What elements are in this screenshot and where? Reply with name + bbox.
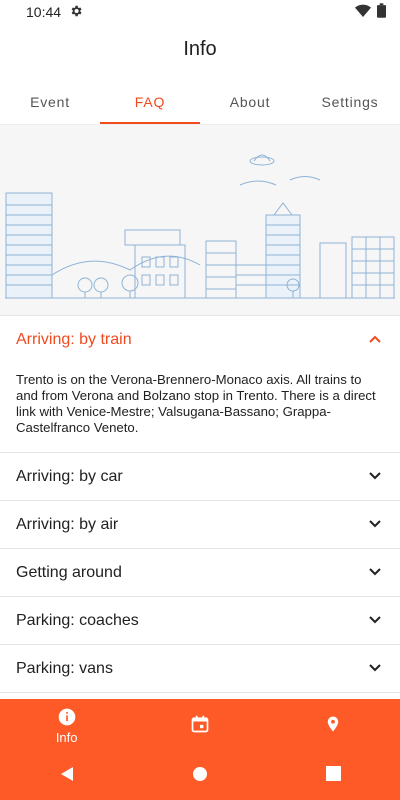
chevron-down-icon[interactable] <box>368 516 382 534</box>
faq-header-arriving-air[interactable]: Arriving: by air <box>0 501 400 548</box>
tab-faq[interactable]: FAQ <box>100 84 200 124</box>
chevron-down-icon[interactable] <box>368 612 382 630</box>
recents-icon[interactable] <box>326 766 342 786</box>
faq-title: Arriving: by car <box>16 467 123 485</box>
calendar-icon <box>190 714 210 737</box>
back-icon[interactable] <box>59 766 75 787</box>
nav-item-calendar[interactable] <box>133 699 266 752</box>
home-icon[interactable] <box>192 766 208 787</box>
chevron-down-icon[interactable] <box>368 564 382 582</box>
faq-item: Parking: coaches <box>0 597 400 645</box>
battery-icon <box>377 3 386 21</box>
faq-item: Arriving: by train Trento is on the Vero… <box>0 316 400 453</box>
system-navigation-bar <box>0 752 400 800</box>
faq-header-parking-vans[interactable]: Parking: vans <box>0 645 400 692</box>
city-skyline-illustration <box>0 125 400 316</box>
faq-header-arriving-car[interactable]: Arriving: by car <box>0 453 400 500</box>
faq-title: Arriving: by train <box>16 330 132 348</box>
faq-title: Getting around <box>16 563 122 581</box>
gear-icon <box>69 4 83 21</box>
tab-event[interactable]: Event <box>0 84 100 124</box>
faq-header-getting-around[interactable]: Getting around <box>0 549 400 596</box>
faq-item: Parking: vans <box>0 645 400 693</box>
faq-list: Arriving: by train Trento is on the Vero… <box>0 316 400 693</box>
faq-title: Parking: vans <box>16 659 113 677</box>
faq-header-arriving-train[interactable]: Arriving: by train <box>0 316 400 363</box>
nav-item-info[interactable]: Info <box>0 699 133 752</box>
tab-bar: Event FAQ About Settings <box>0 84 400 125</box>
faq-answer: Trento is on the Verona-Brennero-Monaco … <box>16 372 376 435</box>
faq-item: Arriving: by car <box>0 453 400 501</box>
chevron-down-icon[interactable] <box>368 468 382 486</box>
nav-item-map[interactable] <box>267 699 400 752</box>
faq-item: Arriving: by air <box>0 501 400 549</box>
status-time: 10:44 <box>26 4 62 20</box>
bottom-navigation: Info <box>0 699 400 752</box>
tab-about[interactable]: About <box>200 84 300 124</box>
info-icon <box>57 707 77 730</box>
faq-header-parking-coaches[interactable]: Parking: coaches <box>0 597 400 644</box>
tab-settings[interactable]: Settings <box>300 84 400 124</box>
wifi-icon <box>355 4 371 21</box>
faq-title: Parking: coaches <box>16 611 139 629</box>
chevron-down-icon[interactable] <box>368 660 382 678</box>
status-bar: 10:44 <box>0 0 400 24</box>
map-pin-icon <box>324 713 342 738</box>
faq-item: Getting around <box>0 549 400 597</box>
chevron-up-icon[interactable] <box>368 331 382 349</box>
page-title: Info <box>183 38 217 60</box>
nav-label-info: Info <box>55 729 78 745</box>
faq-title: Arriving: by air <box>16 515 119 533</box>
